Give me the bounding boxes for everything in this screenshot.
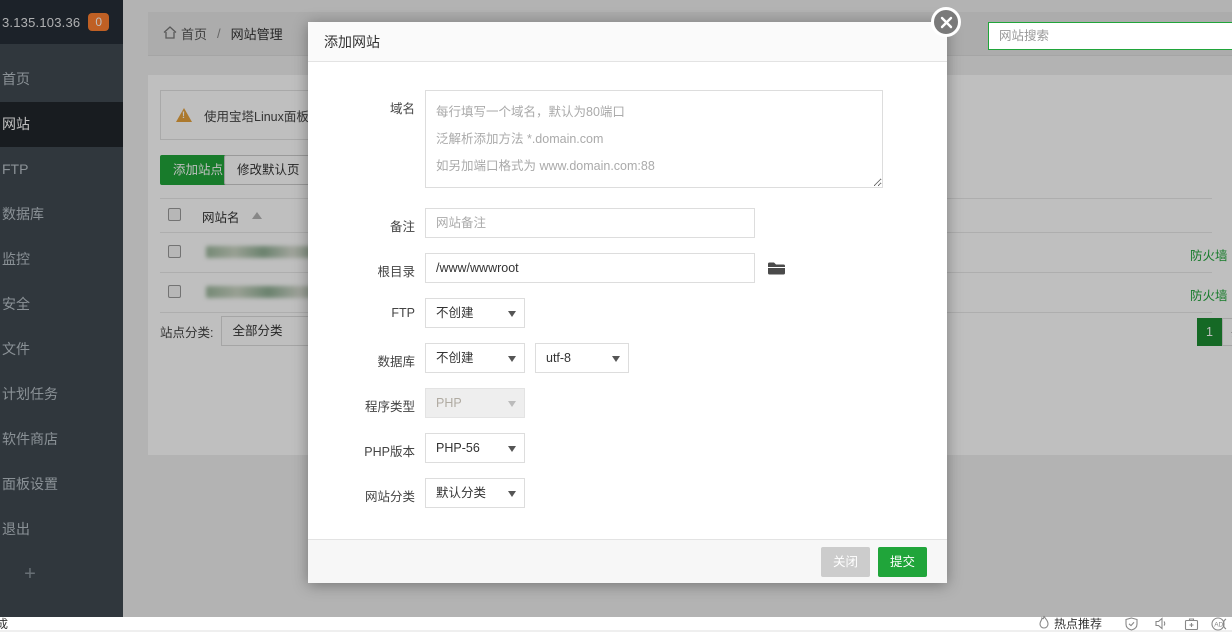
site-category-label: 网站分类 <box>308 478 415 508</box>
hot-recommend-button[interactable]: 热点推荐 <box>1038 615 1102 632</box>
database-select[interactable]: 不创建 <box>425 343 525 373</box>
note-label: 备注 <box>308 208 415 238</box>
close-icon[interactable] <box>931 7 961 37</box>
php-version-select[interactable]: PHP-56 <box>425 433 525 463</box>
domain-label: 域名 <box>308 90 415 188</box>
database-label: 数据库 <box>308 343 415 373</box>
note-input[interactable] <box>425 208 755 238</box>
program-type-label: 程序类型 <box>308 388 415 418</box>
status-bar: 成 热点推荐 AD <box>0 617 1232 630</box>
ftp-label: FTP <box>308 298 415 328</box>
speaker-icon[interactable] <box>1146 617 1176 630</box>
site-search-input[interactable] <box>988 22 1232 50</box>
charset-select[interactable]: utf-8 <box>535 343 629 373</box>
status-left-text: 成 <box>0 615 8 632</box>
root-path-label: 根目录 <box>308 253 415 283</box>
add-site-modal: 添加网站 域名 备注 根目录 FTP 不创 <box>308 22 947 583</box>
modal-submit-button[interactable]: 提交 <box>878 547 927 577</box>
site-category-select[interactable]: 默认分类 <box>425 478 525 508</box>
ad-block-icon[interactable]: AD <box>1206 617 1232 631</box>
modal-footer: 关闭 提交 <box>308 539 947 583</box>
modal-close-button[interactable]: 关闭 <box>821 547 870 577</box>
svg-text:AD: AD <box>1214 621 1223 628</box>
program-type-select: PHP <box>425 388 525 418</box>
toolbox-icon[interactable] <box>1176 617 1206 631</box>
shield-check-icon[interactable] <box>1116 617 1146 631</box>
hot-recommend-label: 热点推荐 <box>1054 615 1102 632</box>
ftp-select[interactable]: 不创建 <box>425 298 525 328</box>
php-version-label: PHP版本 <box>308 433 415 463</box>
flame-icon <box>1038 615 1050 632</box>
folder-browse-icon[interactable] <box>767 261 786 276</box>
root-path-input[interactable] <box>425 253 755 283</box>
domain-textarea[interactable] <box>425 90 883 188</box>
modal-title: 添加网站 <box>308 22 947 62</box>
add-site-form: 域名 备注 根目录 FTP 不创建 <box>308 62 947 508</box>
